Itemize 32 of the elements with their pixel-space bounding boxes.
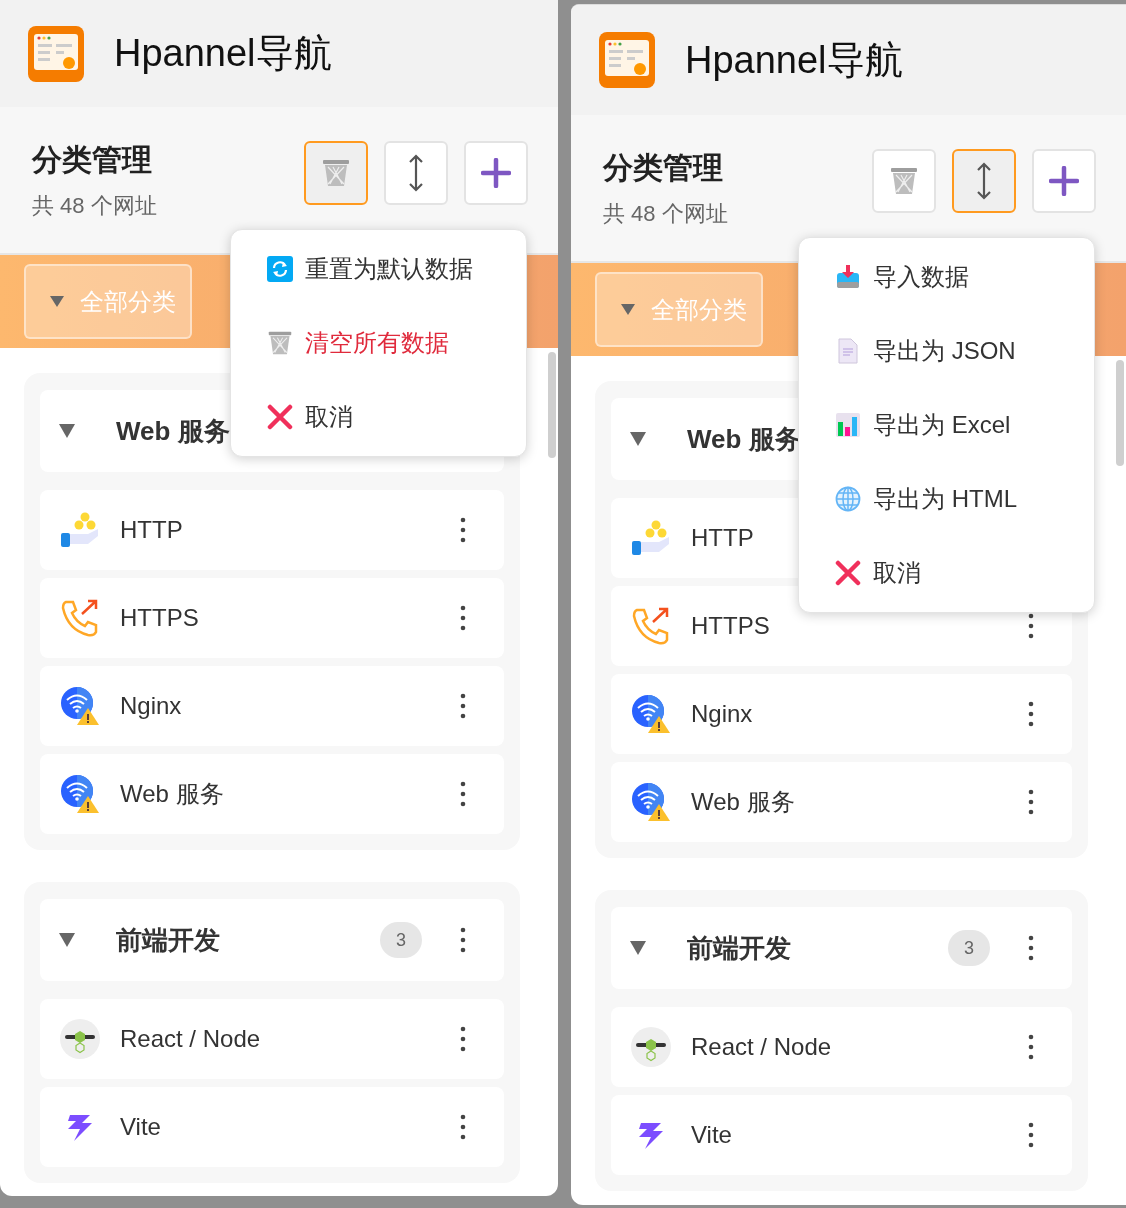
site-name: HTTPS [120,604,199,632]
site-name: HTTP [691,524,754,552]
category-name: Web 服务 [116,414,230,448]
category-name: Web 服务 [687,422,801,456]
item-count: 3 [380,922,422,958]
app-title: Hpannel导航 [114,31,332,76]
section-title: 分类管理 [603,149,724,186]
site-name: React / Node [120,1025,261,1053]
menu-label: 清空所有数据 [305,328,449,358]
url-count: 共 48 个网址 [603,199,729,228]
site-name: Nginx [120,692,182,720]
menu-label: 导出为 JSON [873,336,1016,366]
site-name: HTTPS [691,612,770,640]
menu-label: 导入数据 [873,262,969,292]
menu-label: 取消 [305,402,353,432]
url-count: 共 48 个网址 [32,191,158,220]
menu-label: 导出为 HTML [873,484,1017,514]
site-name: Vite [120,1113,161,1141]
category-name: 前端开发 [116,923,220,957]
site-name: HTTP [120,516,183,544]
site-name: Nginx [691,700,753,728]
menu-label: 导出为 Excel [873,410,1011,440]
section-title: 分类管理 [32,141,153,178]
category-name: 前端开发 [687,931,791,965]
item-count: 3 [948,930,990,966]
site-name: Web 服务 [691,787,795,817]
site-name: Web 服务 [120,779,224,809]
menu-label: 取消 [873,558,921,588]
site-name: React / Node [691,1033,832,1061]
app-title: Hpannel导航 [685,37,903,83]
menu-label: 重置为默认数据 [305,254,473,284]
site-name: Vite [691,1121,732,1149]
